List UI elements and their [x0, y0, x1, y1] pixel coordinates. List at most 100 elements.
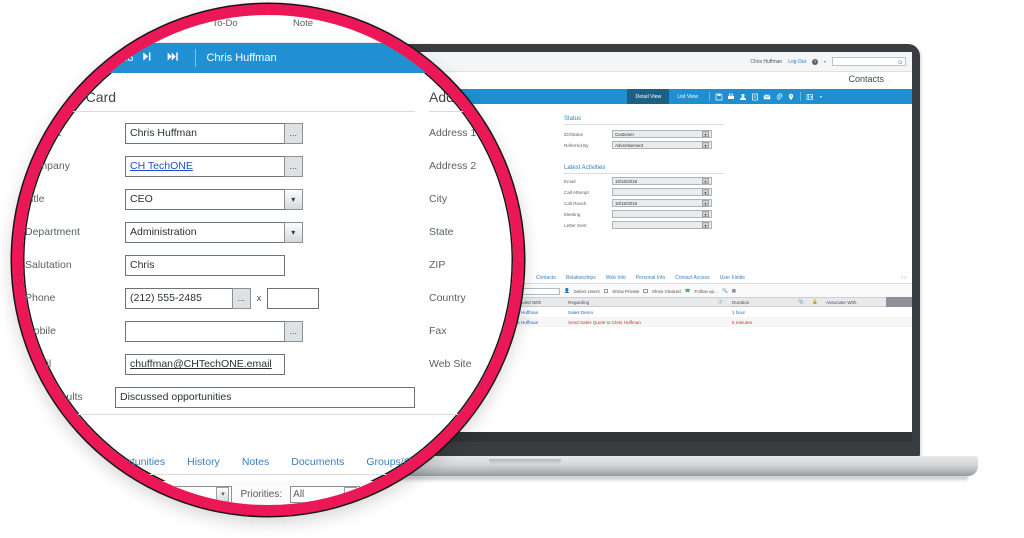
status-field-idstatus[interactable]: Customer ▾	[612, 130, 712, 138]
stepper-icon[interactable]: ⇅	[101, 486, 114, 502]
extension-input[interactable]	[267, 287, 320, 309]
col-duration[interactable]: Duration	[732, 300, 798, 305]
business-card-rows: Contact Chris Huffman... Company CH TechONE…	[25, 121, 415, 409]
chevron-down-icon[interactable]: ▾	[702, 222, 709, 228]
right-tab-personalinfo[interactable]: Personal Info	[636, 275, 665, 281]
next-record-icon[interactable]	[133, 50, 159, 66]
contact-icon[interactable]	[737, 89, 749, 104]
field-input[interactable]: 10/15/2018 ▾	[612, 199, 712, 207]
field-input-company[interactable]: CH TechONE	[125, 155, 285, 177]
toolbar-label-history: History	[366, 18, 396, 29]
page-title: Contacts	[848, 74, 884, 84]
col-associate-with[interactable]: Associate With	[826, 300, 886, 305]
field-value: Chris Huffman	[130, 127, 197, 139]
business-card-row: Phone (212) 555-2485... x	[25, 286, 415, 310]
chevron-down-icon[interactable]: ▾	[702, 211, 709, 217]
chevron-down-icon[interactable]: ▾	[283, 188, 303, 210]
right-tab-relationships[interactable]: Relationships	[566, 275, 596, 281]
envelope-icon[interactable]	[761, 89, 773, 104]
field-input[interactable]: 10/16/2018 ▾	[612, 177, 712, 185]
field-value: 10/16/2018	[615, 178, 637, 184]
show-cleared-label[interactable]: Show Cleared	[652, 289, 681, 294]
expand-icon[interactable]	[804, 89, 816, 104]
report-icon[interactable]	[749, 89, 761, 104]
chevron-right-icon[interactable]: ‹ ›	[901, 275, 912, 281]
field-input-phone[interactable]: (212) 555-2485	[125, 287, 233, 309]
help-caret-icon[interactable]: ▾	[824, 59, 826, 64]
search-icon[interactable]: 🔍	[722, 288, 728, 294]
ellipsis-button[interactable]: ...	[231, 287, 251, 309]
field-input[interactable]: ▾	[612, 210, 712, 218]
chevron-down-icon[interactable]: ▾	[702, 189, 709, 195]
right-tab-webinfo[interactable]: Web Info	[606, 275, 626, 281]
field-input-email[interactable]: chuffman@CHTechONE.email	[125, 353, 285, 375]
field-value: CH TechONE	[130, 160, 193, 172]
cell-duration: 5 minutes	[732, 319, 752, 325]
field-input-department[interactable]: Administration	[125, 221, 285, 243]
chevron-down-icon[interactable]: ▾	[216, 486, 230, 502]
last-record-icon[interactable]	[159, 50, 185, 66]
toolbar-label-todo: To-Do	[212, 18, 238, 29]
chevron-down-icon[interactable]: ▾	[283, 221, 303, 243]
header-search-input[interactable]	[832, 57, 906, 66]
expand-caret-icon[interactable]: ▾	[816, 94, 826, 99]
field-input-salutation[interactable]: Chris	[125, 254, 285, 276]
cell-regarding[interactable]: Sales Demo	[568, 310, 718, 315]
business-card-heading: Business Card	[25, 89, 415, 112]
ellipsis-button[interactable]: ...	[283, 122, 303, 144]
cell-regarding[interactable]: Send Sales Quote to Chris Huffman	[568, 320, 718, 325]
select-users-icon[interactable]: 👤	[564, 288, 570, 294]
bottom-tab-notes[interactable]: Notes	[242, 456, 269, 468]
show-private-label[interactable]: Show Private	[612, 289, 639, 294]
chevron-down-icon[interactable]: ▾	[702, 142, 709, 148]
toolbar-label-email: E-mail	[445, 18, 473, 29]
right-tab-contacts[interactable]: Contacts	[536, 275, 556, 281]
logout-link[interactable]: Log Out	[788, 59, 806, 65]
print-icon[interactable]	[725, 89, 737, 104]
chevron-down-icon[interactable]: ▾	[702, 131, 709, 137]
bottom-tab-activities[interactable]: Activities	[34, 456, 81, 468]
bottom-tab-documents[interactable]: Documents	[291, 456, 344, 468]
right-tab-userfields[interactable]: User Fields	[720, 275, 745, 281]
follow-up-label[interactable]: Follow up...	[694, 289, 718, 294]
address-row: Address 2Suite 300	[429, 154, 513, 178]
ellipsis-button[interactable]: ...	[283, 155, 303, 177]
chevron-down-icon[interactable]: ▾	[344, 486, 358, 502]
save-icon[interactable]	[713, 89, 725, 104]
grid-icon[interactable]: ▦	[732, 288, 736, 294]
attachment-icon[interactable]	[773, 89, 785, 104]
right-tab-contactaccess[interactable]: Contact Access	[675, 275, 709, 281]
status-field-label-2: Referred By	[564, 142, 589, 148]
show-private-checkbox[interactable]	[603, 288, 609, 294]
tab-detail-view[interactable]: Detail View	[627, 89, 670, 104]
tab-list-view[interactable]: List View	[669, 89, 706, 104]
chevron-down-icon[interactable]: ▾	[702, 200, 709, 206]
latest-activity-row: Letter Sent ▾	[564, 221, 724, 229]
field-input[interactable]: ▾	[612, 221, 712, 229]
bottom-tab-groups-companies[interactable]: Groups/Companies	[366, 456, 456, 468]
range-select[interactable]: Past ⇅	[29, 485, 117, 503]
bottom-tab-opportunities[interactable]: Opportunities	[103, 456, 165, 468]
field-value: Chris	[130, 259, 155, 271]
help-icon[interactable]: ?	[811, 58, 818, 65]
types-select[interactable]: All ▾	[162, 485, 233, 503]
field-input[interactable]: ▾	[612, 188, 712, 196]
keyword-input[interactable]	[417, 485, 508, 503]
right-search-input[interactable]	[520, 287, 560, 295]
toolbar-divider	[708, 92, 710, 101]
field-input-title[interactable]: CEO	[125, 188, 285, 210]
priorities-select[interactable]: All ▾	[290, 485, 361, 503]
ellipsis-button[interactable]: ...	[283, 320, 303, 342]
chevron-down-icon[interactable]: ▾	[702, 178, 709, 184]
bottom-tab-history[interactable]: History	[187, 456, 220, 468]
business-card-row: Company CH TechONE...	[25, 154, 415, 178]
status-field-referredby[interactable]: Advertisement ▾	[612, 141, 712, 149]
map-pin-icon[interactable]	[785, 89, 797, 104]
field-input-contact[interactable]: Chris Huffman	[125, 122, 285, 144]
priorities-select-value: All	[293, 488, 305, 500]
show-cleared-checkbox[interactable]	[643, 288, 648, 294]
select-users-label[interactable]: Select Users	[574, 289, 600, 294]
title-options-icon[interactable]: ⋮	[887, 78, 892, 84]
col-regarding[interactable]: Regarding	[568, 300, 718, 305]
field-input-mobile[interactable]	[125, 320, 285, 342]
